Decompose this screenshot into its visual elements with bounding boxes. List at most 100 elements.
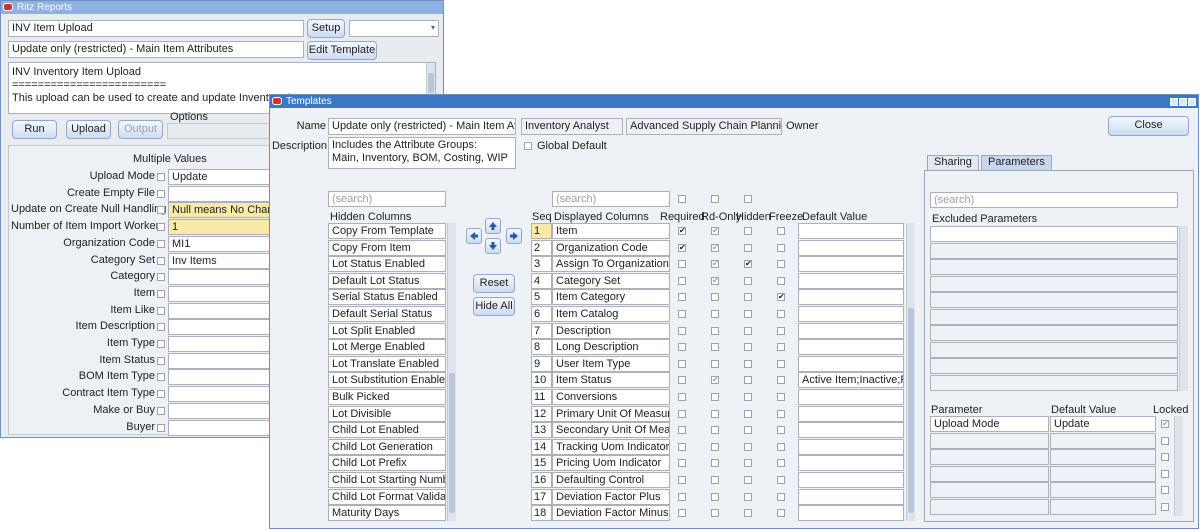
- parameter-value-field[interactable]: [168, 269, 272, 286]
- frz-checkbox[interactable]: [777, 260, 785, 269]
- default-value-cell[interactable]: [798, 472, 904, 488]
- hid-checkbox[interactable]: [744, 409, 752, 418]
- displayed-column-item[interactable]: Deviation Factor Minus: [552, 505, 670, 522]
- tab-parameters[interactable]: Parameters: [981, 155, 1052, 170]
- parameter-name-cell[interactable]: Upload Mode: [930, 416, 1049, 432]
- setup-button[interactable]: Setup: [307, 19, 345, 38]
- parameter-value-field[interactable]: 1: [168, 219, 272, 236]
- hid-checkbox[interactable]: [744, 459, 752, 468]
- multiple-values-checkbox[interactable]: [157, 223, 165, 232]
- hidden-column-item[interactable]: Child Lot Starting Number: [328, 472, 446, 488]
- parameter-default-cell[interactable]: [1050, 449, 1156, 466]
- hid-checkbox[interactable]: [744, 376, 752, 385]
- displayed-column-item[interactable]: Pricing Uom Indicator: [552, 455, 670, 472]
- tab-sharing[interactable]: Sharing: [927, 155, 979, 170]
- hid-checkbox[interactable]: [744, 276, 752, 285]
- seq-cell[interactable]: 4: [531, 272, 552, 289]
- parameter-value-field[interactable]: [168, 185, 272, 202]
- req-checkbox[interactable]: [678, 442, 686, 451]
- excluded-parameter-item[interactable]: [930, 259, 1178, 275]
- report-name-field[interactable]: INV Item Upload: [8, 20, 304, 37]
- displayed-column-item[interactable]: Organization Code: [552, 239, 670, 256]
- default-value-cell[interactable]: [798, 272, 904, 289]
- frz-checkbox[interactable]: [777, 376, 785, 385]
- seq-cell[interactable]: 1: [531, 223, 552, 239]
- seq-cell[interactable]: 16: [531, 472, 552, 488]
- parameter-value-field[interactable]: [168, 336, 272, 352]
- frz-checkbox[interactable]: [777, 276, 785, 285]
- multiple-values-checkbox[interactable]: [157, 173, 165, 181]
- rd-checkbox[interactable]: ✔: [711, 260, 719, 269]
- hidden-column-item[interactable]: Lot Divisible: [328, 405, 446, 422]
- seq-cell[interactable]: 8: [531, 339, 552, 356]
- frz-checkbox[interactable]: [777, 442, 785, 451]
- seq-cell[interactable]: 5: [531, 289, 552, 306]
- locked-checkbox[interactable]: [1161, 503, 1169, 511]
- hidden-column-item[interactable]: Child Lot Prefix: [328, 455, 446, 472]
- default-value-cell[interactable]: [798, 289, 904, 306]
- rd-checkbox[interactable]: [711, 442, 719, 451]
- displayed-column-item[interactable]: Conversions: [552, 389, 670, 405]
- excluded-parameter-item[interactable]: [930, 341, 1178, 358]
- parameter-name-cell[interactable]: [930, 465, 1049, 482]
- hid-checkbox[interactable]: [744, 492, 752, 501]
- default-value-cell[interactable]: [798, 306, 904, 322]
- frz-checkbox[interactable]: [777, 459, 785, 468]
- default-value-cell[interactable]: [798, 389, 904, 405]
- frz-checkbox[interactable]: [777, 426, 785, 435]
- rd-checkbox[interactable]: ✔: [711, 276, 719, 285]
- ritz-titlebar[interactable]: Ritz Reports: [1, 1, 443, 14]
- default-value-cell[interactable]: [798, 488, 904, 505]
- hid-checkbox[interactable]: [744, 359, 752, 368]
- hidden-column-item[interactable]: Lot Translate Enabled: [328, 355, 446, 372]
- rd-checkbox[interactable]: ✔: [711, 376, 719, 385]
- default-value-cell[interactable]: [798, 422, 904, 439]
- displayed-column-item[interactable]: Category Set: [552, 272, 670, 289]
- template-field[interactable]: Update only (restricted) - Main Item Att…: [8, 41, 304, 58]
- move-left-button[interactable]: [466, 228, 482, 244]
- parameter-value-field[interactable]: [168, 352, 272, 369]
- multiple-values-checkbox[interactable]: [157, 189, 165, 198]
- parameter-value-field[interactable]: [168, 386, 272, 403]
- hid-checkbox[interactable]: [744, 509, 752, 518]
- hid-checkbox[interactable]: [744, 310, 752, 318]
- default-value-cell[interactable]: [798, 223, 904, 239]
- multiple-values-checkbox[interactable]: [157, 256, 165, 265]
- hid-checkbox[interactable]: [744, 476, 752, 484]
- parameter-default-cell[interactable]: [1050, 432, 1156, 449]
- parameter-value-field[interactable]: Update: [168, 169, 272, 185]
- multiple-values-checkbox[interactable]: [157, 306, 165, 315]
- hidden-column-item[interactable]: Copy From Item: [328, 239, 446, 256]
- req-checkbox[interactable]: ✔: [678, 243, 686, 252]
- frz-checkbox[interactable]: [777, 409, 785, 418]
- hid-checkbox[interactable]: [744, 343, 752, 352]
- parameter-value-field[interactable]: Inv Items: [168, 252, 272, 269]
- req-checkbox[interactable]: [678, 260, 686, 269]
- multiple-values-checkbox[interactable]: [157, 289, 165, 298]
- output-button[interactable]: Output: [118, 120, 163, 139]
- move-up-button[interactable]: [485, 218, 501, 234]
- global-default-checkbox[interactable]: [524, 142, 532, 150]
- displayed-columns-search[interactable]: (search): [552, 191, 670, 207]
- parameter-value-field[interactable]: [168, 419, 272, 436]
- frz-checkbox[interactable]: [777, 359, 785, 368]
- multiple-values-checkbox[interactable]: [157, 239, 165, 248]
- run-button[interactable]: Run: [12, 120, 57, 139]
- hidden-column-item[interactable]: Lot Substitution Enabled: [328, 372, 446, 389]
- hid-checkbox[interactable]: [744, 243, 752, 252]
- seq-cell[interactable]: 2: [531, 239, 552, 256]
- templates-titlebar[interactable]: Templates: [270, 95, 1198, 108]
- parameter-name-cell[interactable]: [930, 449, 1049, 466]
- displayed-column-item[interactable]: User Item Type: [552, 355, 670, 372]
- parameter-name-cell[interactable]: [930, 499, 1049, 515]
- hidden-column-item[interactable]: Child Lot Generation: [328, 438, 446, 455]
- req-checkbox[interactable]: [678, 376, 686, 385]
- hidden-columns-scrollbar[interactable]: [447, 223, 456, 521]
- rd-checkbox[interactable]: [711, 426, 719, 435]
- hide-all-button[interactable]: Hide All: [473, 297, 515, 316]
- hid-checkbox[interactable]: [744, 227, 752, 235]
- multiple-values-checkbox[interactable]: [157, 323, 165, 332]
- multiple-values-checkbox[interactable]: [157, 340, 165, 348]
- rd-checkbox[interactable]: [711, 343, 719, 352]
- multiple-values-checkbox[interactable]: [157, 273, 165, 282]
